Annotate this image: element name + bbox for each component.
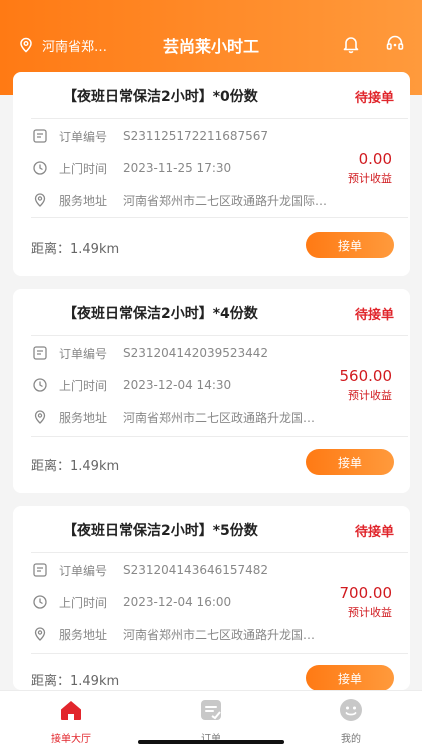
- service-address-value: 河南省郑州市二七区政通路升龙国…: [123, 627, 316, 642]
- location-selector[interactable]: 河南省郑…: [18, 36, 107, 55]
- service-address-label: 服务地址: [59, 193, 108, 208]
- profile-icon: [340, 699, 362, 721]
- clock-icon: [33, 378, 47, 392]
- earnings-amount: 700.00: [339, 584, 393, 602]
- visit-time-value: 2023-11-25 17:30: [123, 161, 232, 175]
- clock-icon: [33, 161, 47, 175]
- home-indicator: [138, 740, 284, 744]
- order-number-value: S231125172211687567: [123, 129, 269, 143]
- visit-time-value: 2023-12-04 14:30: [123, 378, 232, 392]
- earnings-amount: 0.00: [358, 150, 392, 168]
- service-address-value: 河南省郑州市二七区政通路升龙国…: [123, 410, 316, 425]
- order-card[interactable]: 【夜班日常保洁2小时】*5份数 待接单 订单编号 S23120414364615…: [13, 506, 410, 691]
- divider: [31, 335, 408, 336]
- distance-text: 距离：1.49km: [31, 459, 120, 474]
- tab-order-hall[interactable]: 接单大厅: [31, 697, 111, 745]
- clock-icon: [33, 595, 47, 609]
- order-number-label: 订单编号: [59, 563, 108, 578]
- order-number-row: 订单编号 S231204143646157482: [31, 560, 408, 580]
- divider: [31, 653, 408, 654]
- earnings-amount: 560.00: [339, 367, 393, 385]
- order-icon: [201, 700, 221, 720]
- divider: [31, 217, 408, 218]
- location-pin-icon: [34, 193, 46, 207]
- visit-time-value: 2023-12-04 16:00: [123, 595, 232, 609]
- order-title: 【夜班日常保洁2小时】*4份数: [63, 306, 258, 322]
- accept-order-button[interactable]: 接单: [306, 449, 394, 475]
- headset-icon[interactable]: [385, 34, 405, 54]
- home-icon: [61, 701, 81, 720]
- order-number-value: S231204142039523442: [123, 346, 269, 360]
- distance-text: 距离：1.49km: [31, 242, 120, 257]
- order-number-row: 订单编号 S231125172211687567: [31, 126, 408, 146]
- accept-order-button[interactable]: 接单: [306, 665, 394, 691]
- visit-time-label: 上门时间: [59, 595, 108, 610]
- visit-time-label: 上门时间: [59, 161, 108, 176]
- document-icon: [33, 346, 47, 360]
- order-card[interactable]: 【夜班日常保洁2小时】*0份数 待接单 订单编号 S23112517221168…: [13, 72, 410, 276]
- visit-time-label: 上门时间: [59, 378, 108, 393]
- service-address-value: 河南省郑州市二七区政通路升龙国际…: [123, 193, 328, 208]
- service-address-row: 服务地址 河南省郑州市二七区政通路升龙国…: [31, 407, 408, 427]
- order-title: 【夜班日常保洁2小时】*0份数: [63, 89, 258, 105]
- service-address-row: 服务地址 河南省郑州市二七区政通路升龙国…: [31, 624, 408, 644]
- service-address-label: 服务地址: [59, 410, 108, 425]
- divider: [31, 118, 408, 119]
- location-pin-icon: [34, 410, 46, 424]
- service-address-label: 服务地址: [59, 627, 108, 642]
- status-badge: 待接单: [354, 308, 394, 323]
- location-text: 河南省郑…: [42, 39, 108, 55]
- order-title: 【夜班日常保洁2小时】*5份数: [63, 523, 258, 539]
- earnings-label: 预计收益: [348, 606, 392, 619]
- tab-label: 接单大厅: [51, 734, 91, 745]
- distance-text: 距离：1.49km: [31, 674, 120, 689]
- earnings-label: 预计收益: [348, 172, 392, 185]
- status-badge: 待接单: [354, 91, 394, 106]
- status-badge: 待接单: [354, 525, 394, 540]
- service-address-row: 服务地址 河南省郑州市二七区政通路升龙国际…: [31, 190, 408, 210]
- divider: [31, 552, 408, 553]
- location-pin-icon: [34, 627, 46, 641]
- accept-order-button[interactable]: 接单: [306, 232, 394, 258]
- order-number-label: 订单编号: [59, 346, 108, 361]
- tab-orders[interactable]: 订单: [171, 697, 251, 745]
- tab-profile[interactable]: 我的: [311, 697, 391, 745]
- header-bar: 河南省郑… 芸尚莱小时工: [0, 28, 422, 62]
- location-pin-icon: [20, 37, 32, 53]
- document-icon: [33, 563, 47, 577]
- bell-icon[interactable]: [341, 34, 361, 54]
- order-number-row: 订单编号 S231204142039523442: [31, 343, 408, 363]
- order-card[interactable]: 【夜班日常保洁2小时】*4份数 待接单 订单编号 S23120414203952…: [13, 289, 410, 493]
- document-icon: [33, 129, 47, 143]
- tab-label: 我的: [341, 734, 361, 745]
- order-number-value: S231204143646157482: [123, 563, 269, 577]
- order-number-label: 订单编号: [59, 129, 108, 144]
- divider: [31, 436, 408, 437]
- earnings-label: 预计收益: [348, 389, 392, 402]
